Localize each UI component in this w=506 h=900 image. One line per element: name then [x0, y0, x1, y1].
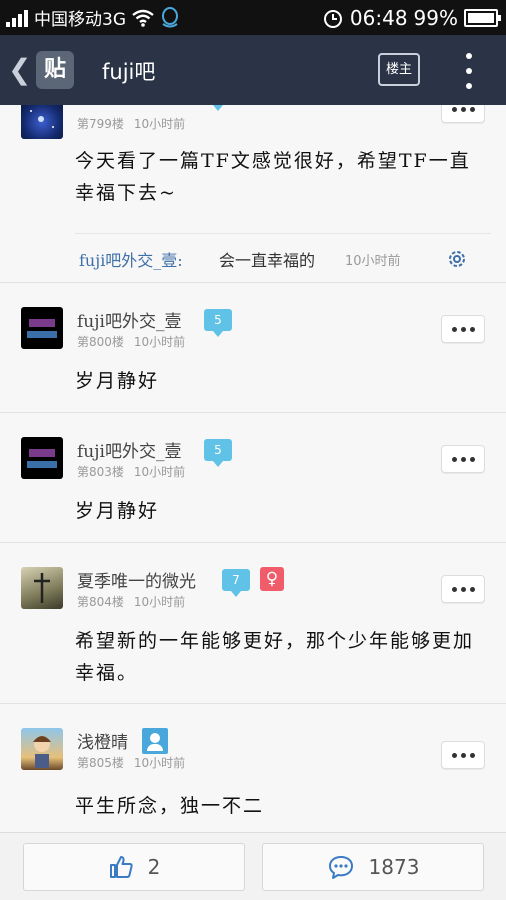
- username[interactable]: 夏季唯一的微光: [77, 567, 196, 592]
- level-badge: 7: [222, 569, 250, 597]
- floor-reply[interactable]: fuji吧外交_壹: 会一直幸福的 10小时前: [75, 233, 491, 285]
- thumbs-up-icon: [109, 856, 133, 878]
- status-bar: 中国移动3G 06:48 99%: [0, 0, 506, 35]
- floor-number: 第805楼: [77, 756, 124, 770]
- user-avatar[interactable]: [21, 437, 63, 479]
- only-owner-button[interactable]: 楼主: [378, 53, 420, 86]
- signal-icon: [6, 9, 28, 27]
- bottom-action-bar: 2 1873: [0, 832, 506, 900]
- username[interactable]: fuji吧外交_壹: [77, 437, 181, 462]
- user-avatar[interactable]: [21, 307, 63, 349]
- post-time: 10小时前: [133, 465, 186, 479]
- floor-number: 第799楼: [77, 117, 124, 131]
- post-more-button[interactable]: [441, 445, 485, 473]
- username[interactable]: 浅橙晴: [77, 728, 128, 753]
- comment-button[interactable]: 1873: [262, 843, 484, 891]
- floor-number: 第803楼: [77, 465, 124, 479]
- gear-icon[interactable]: [446, 248, 468, 270]
- top-nav-bar: ❮ 贴 fuji吧 楼主: [0, 35, 506, 105]
- post-more-button[interactable]: [441, 315, 485, 343]
- post-more-button[interactable]: [441, 105, 485, 123]
- back-icon[interactable]: ❮: [8, 53, 31, 86]
- floor-number: 第800楼: [77, 335, 124, 349]
- comment-count: 1873: [368, 855, 420, 879]
- post-time: 10小时前: [133, 595, 186, 609]
- female-gender-badge: ♀: [260, 567, 284, 591]
- floor-info: 第800楼 10小时前: [77, 333, 185, 350]
- bar-title[interactable]: fuji吧: [102, 56, 155, 86]
- post-floor-804: 夏季唯一的微光 7 ♀ 第804楼 10小时前 希望新的一年能够更好，那个少年能够…: [0, 543, 506, 704]
- username[interactable]: fuji吧外交_壹: [77, 307, 181, 332]
- qq-icon: [162, 6, 178, 27]
- post-more-button[interactable]: [441, 575, 485, 603]
- floor-info: 第804楼 10小时前: [77, 593, 185, 610]
- like-count: 2: [147, 855, 161, 879]
- battery-percent: 99%: [413, 5, 458, 30]
- post-text: 今天看了一篇TF文感觉很好，希望TF一直幸福下去~: [75, 150, 471, 204]
- carrier-label: 中国移动3G: [34, 10, 126, 30]
- floor-number: 第804楼: [77, 595, 124, 609]
- reply-text: 会一直幸福的: [219, 251, 316, 270]
- user-badge-icon: [142, 728, 168, 754]
- post-text: 岁月静好: [75, 500, 160, 522]
- level-badge: 5: [204, 309, 232, 337]
- post-floor-800: fuji吧外交_壹 5 第800楼 10小时前 岁月静好: [0, 283, 506, 413]
- post-text: 岁月静好: [75, 370, 160, 392]
- post-more-button[interactable]: [441, 741, 485, 769]
- post-time: 10小时前: [133, 756, 186, 770]
- post-text: 希望新的一年能够更好，那个少年能够更加幸福。: [75, 630, 475, 684]
- reply-time: 10小时前: [345, 254, 401, 269]
- level-badge: 5: [204, 439, 232, 467]
- post-floor-799: 第799楼 10小时前 今天看了一篇TF文感觉很好，希望TF一直幸福下去~ fuj…: [0, 105, 506, 283]
- post-list[interactable]: 第799楼 10小时前 今天看了一篇TF文感觉很好，希望TF一直幸福下去~ fuj…: [0, 105, 506, 832]
- user-avatar[interactable]: [21, 105, 63, 139]
- tieba-logo[interactable]: 贴: [36, 51, 74, 89]
- post-floor-805: 浅橙晴 第805楼 10小时前 平生所念，独一不二: [0, 704, 506, 832]
- alarm-icon: [323, 9, 342, 28]
- user-avatar[interactable]: [21, 728, 63, 770]
- floor-info: 第799楼 10小时前: [77, 115, 185, 132]
- post-floor-803: fuji吧外交_壹 5 第803楼 10小时前 岁月静好: [0, 413, 506, 543]
- floor-info: 第805楼 10小时前: [77, 754, 185, 771]
- post-time: 10小时前: [133, 117, 186, 131]
- more-menu-icon[interactable]: [462, 53, 476, 89]
- wifi-icon: [132, 9, 154, 27]
- comment-icon: [328, 856, 353, 879]
- like-button[interactable]: 2: [23, 843, 245, 891]
- reply-username[interactable]: fuji吧外交_壹:: [79, 247, 183, 271]
- battery-icon: [464, 8, 501, 27]
- post-time: 10小时前: [133, 335, 186, 349]
- user-avatar[interactable]: [21, 567, 63, 609]
- floor-info: 第803楼 10小时前: [77, 463, 185, 480]
- post-text: 平生所念，独一不二: [75, 795, 265, 817]
- clock-time: 06:48: [349, 5, 408, 30]
